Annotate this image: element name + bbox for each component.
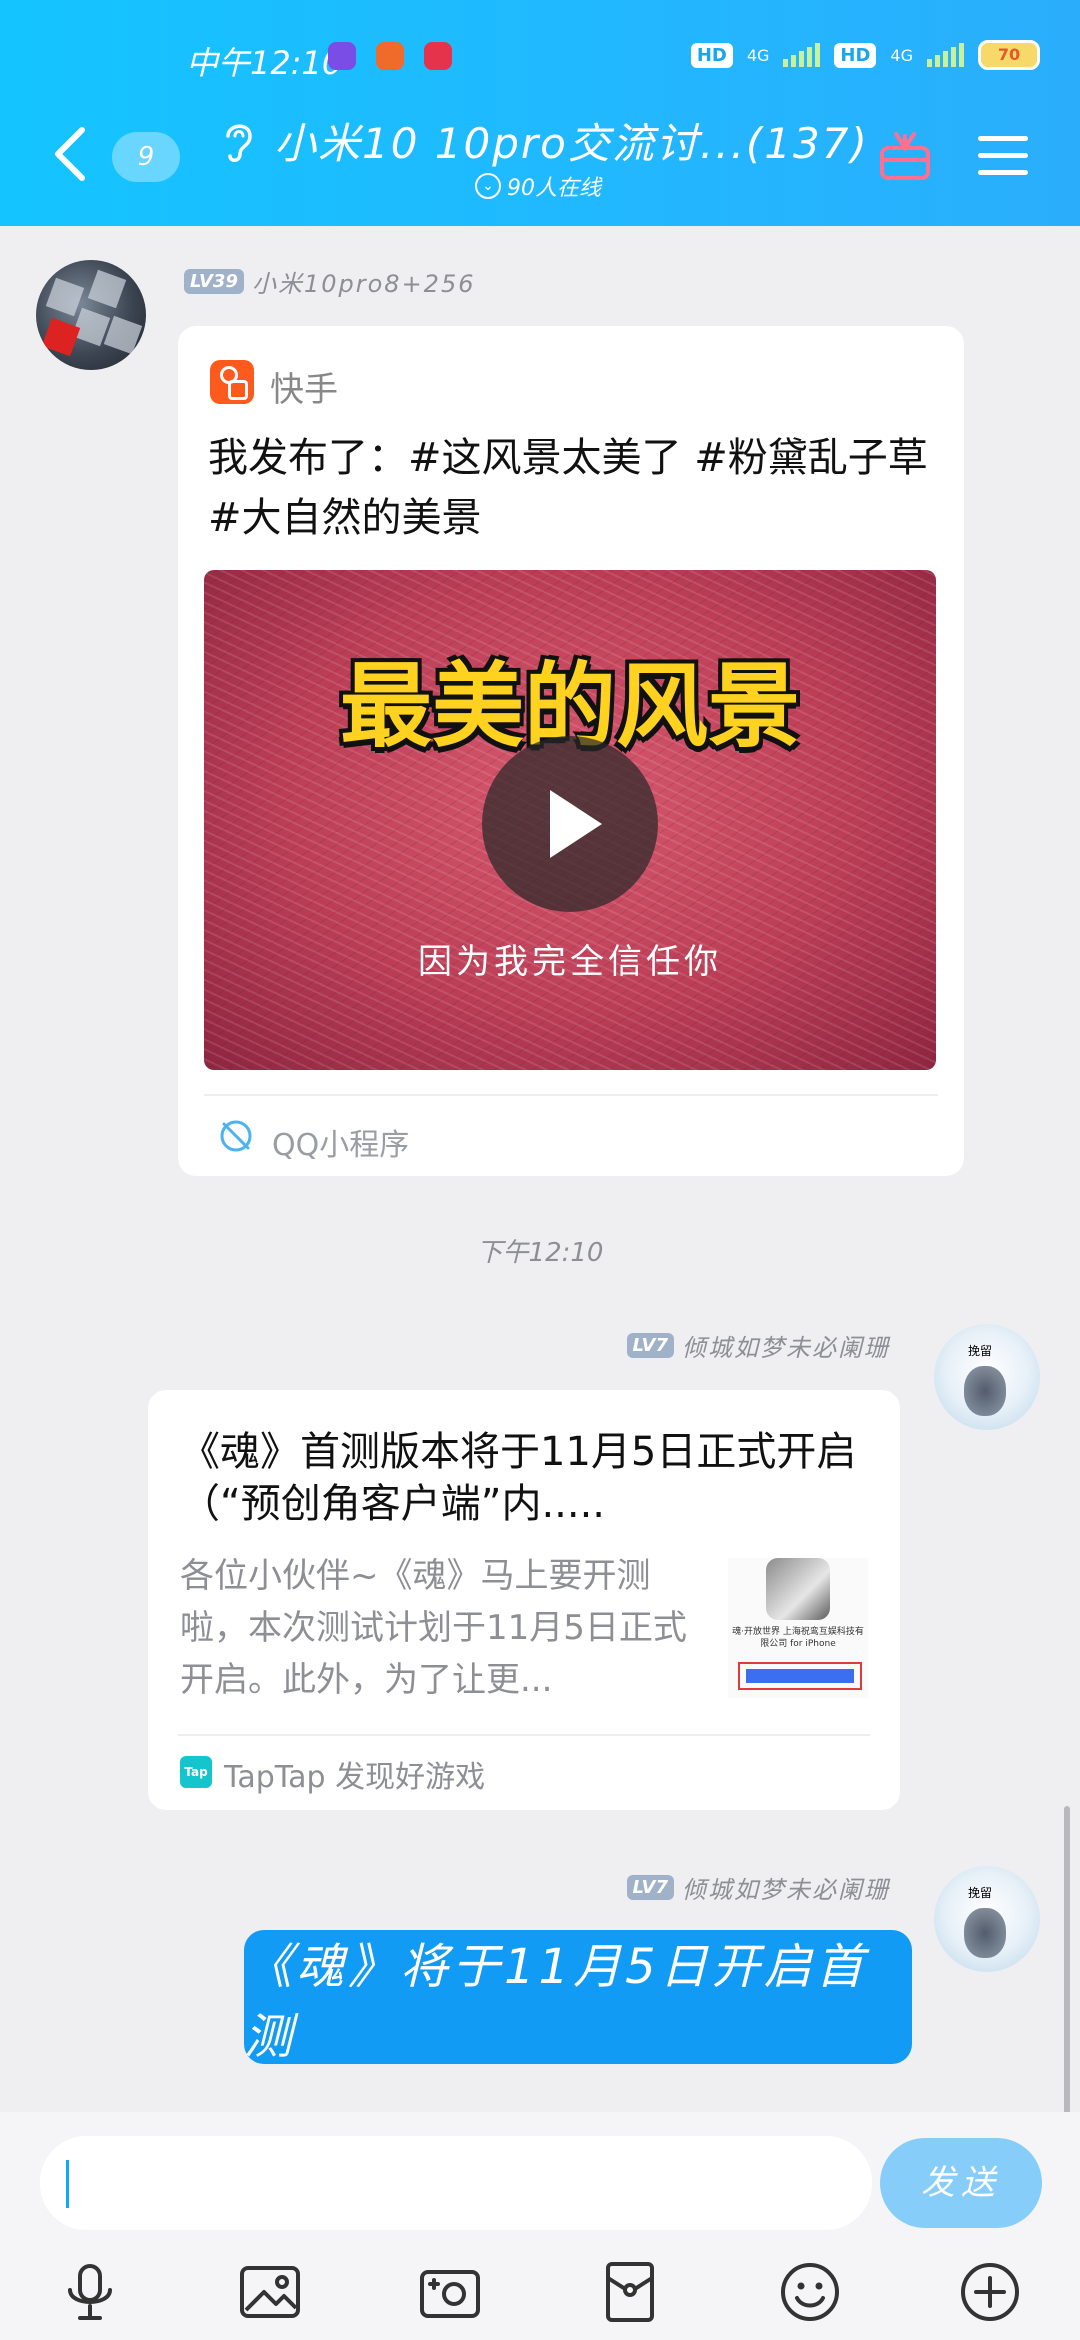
unread-count-badge[interactable]: 9: [112, 132, 180, 182]
online-count[interactable]: ⌄ 90人在线: [475, 170, 601, 202]
thumbnail-button: [738, 1662, 862, 1690]
hd-icon: HD: [834, 42, 877, 68]
notification-icons: [328, 42, 452, 70]
emoji-icon[interactable]: [778, 2260, 842, 2324]
message-timestamp: 下午12:10: [476, 1238, 604, 1268]
level-badge: LV7: [626, 1333, 674, 1358]
avatar-tag: 挽留: [968, 1344, 993, 1358]
avatar-tag: 挽留: [968, 1886, 993, 1900]
game-logo-icon: [766, 1558, 830, 1620]
message-bubble[interactable]: 《魂》将于11月5日开启首测: [244, 1930, 912, 2065]
thumbnail-text: 魂·开放世界 上海祝鸾互娱科技有限公司 for iPhone: [732, 1627, 864, 1649]
camera-icon[interactable]: [418, 2260, 482, 2324]
chat-header: 中午12:10 HD 4G HD 4G 70 9 小米10 10pro交流讨..…: [0, 0, 1080, 226]
source-label: TapTap 发现好游戏: [224, 1760, 486, 1795]
divider: [204, 1094, 938, 1096]
battery-icon: 70: [978, 40, 1040, 70]
signal-bars-icon: [783, 43, 821, 67]
send-button[interactable]: 发送: [880, 2138, 1042, 2228]
chevron-down-icon: ⌄: [475, 173, 501, 199]
sender-nickname[interactable]: 小米10pro8+256: [252, 264, 476, 299]
avatar-figure: [964, 1366, 1006, 1416]
play-icon[interactable]: [482, 736, 658, 912]
online-count-label: 90人在线: [507, 176, 601, 201]
signal-type: 4G: [890, 45, 913, 65]
status-time: 中午12:10: [186, 44, 343, 82]
share-thumbnail: 魂·开放世界 上海祝鸾互娱科技有限公司 for iPhone: [728, 1558, 868, 1698]
share-description: 各位小伙伴~《魂》马上要开测啦，本次测试计划于11月5日正式开启。此外，为了让更…: [180, 1556, 687, 1700]
video-thumbnail[interactable]: 最美的风景 因为我完全信任你: [204, 570, 936, 1070]
red-packet-icon[interactable]: [598, 2260, 662, 2324]
menu-icon[interactable]: [978, 136, 1028, 176]
sender-nickname[interactable]: 倾城如梦未必阑珊: [682, 1328, 890, 1363]
level-badge: LV39: [184, 269, 244, 294]
app-notification-icon: [424, 42, 452, 70]
plus-icon[interactable]: [958, 2260, 1022, 2324]
taptap-icon: Tap: [180, 1756, 212, 1788]
app-notification-icon: [376, 42, 404, 70]
signal-type: 4G: [746, 45, 770, 65]
avatar[interactable]: 挽留: [934, 1324, 1040, 1430]
share-title: 《魂》首测版本将于11月5日正式开启（“预创角客户端”内.....: [180, 1429, 857, 1527]
app-name: 快手: [270, 370, 338, 410]
picture-icon[interactable]: [238, 2260, 302, 2324]
signal-bars-icon: [927, 43, 964, 67]
sender-row: LV7 倾城如梦未必阑珊: [626, 1328, 890, 1363]
avatar[interactable]: [36, 260, 146, 370]
gift-icon[interactable]: [878, 128, 932, 182]
kuaishou-logo-icon: [210, 360, 254, 404]
taptap-share-card[interactable]: 《魂》首测版本将于11月5日正式开启（“预创角客户端”内..... 各位小伙伴~…: [148, 1390, 900, 1810]
ear-icon[interactable]: [220, 118, 256, 166]
input-area: 发送: [0, 2112, 1080, 2340]
sender-row: LV39 小米10pro8+256: [184, 264, 476, 299]
back-arrow-icon[interactable]: [50, 124, 90, 184]
app-notification-icon: [328, 42, 356, 70]
avatar[interactable]: 挽留: [934, 1866, 1040, 1972]
input-toolbar: [0, 2246, 1080, 2336]
text-caret: [66, 2160, 69, 2208]
sender-nickname[interactable]: 倾城如梦未必阑珊: [682, 1870, 890, 1905]
kuaishou-share-card[interactable]: 快手 我发布了：#这风景太美了 #粉黛乱子草 #大自然的美景 最美的风景 因为我…: [178, 326, 964, 1176]
video-caption: 因为我完全信任你: [418, 942, 722, 982]
share-title: 我发布了：#这风景太美了 #粉黛乱子草 #大自然的美景: [208, 435, 928, 541]
divider: [178, 1734, 870, 1736]
mini-program-label: QQ小程序: [272, 1128, 410, 1163]
hd-icon: HD: [690, 42, 733, 68]
sender-row: LV7 倾城如梦未必阑珊: [626, 1870, 890, 1905]
message-input[interactable]: [40, 2136, 872, 2230]
status-right: HD 4G HD 4G 70: [690, 40, 1040, 70]
mini-program-icon: [220, 1120, 252, 1152]
level-badge: LV7: [626, 1875, 674, 1900]
group-title[interactable]: 小米10 10pro交流讨...(137): [274, 110, 869, 171]
avatar-figure: [964, 1908, 1006, 1958]
scrollbar[interactable]: [1064, 1806, 1070, 2114]
voice-icon[interactable]: [58, 2260, 122, 2324]
